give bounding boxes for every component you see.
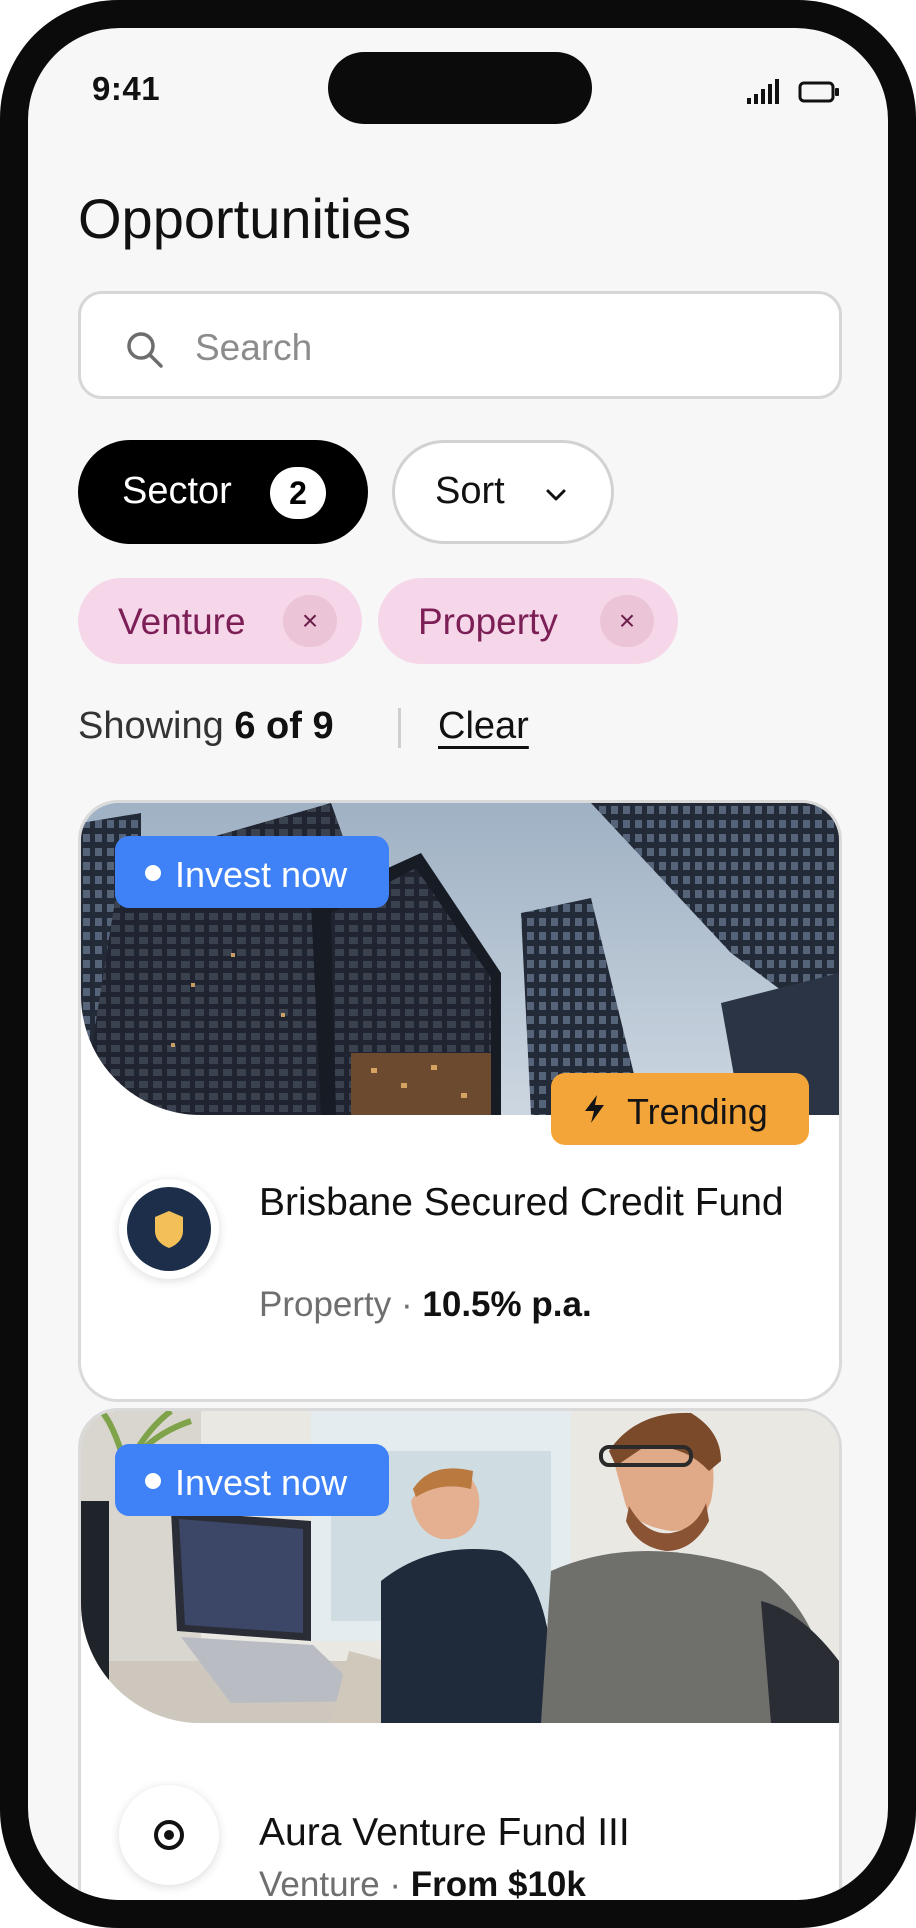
phone-screen: 9:41 Opportunities Sector	[28, 28, 888, 1900]
fund-logo	[119, 1179, 219, 1279]
card-separator: ·	[389, 1865, 402, 1900]
search-box[interactable]	[78, 291, 842, 399]
results-summary: Showing 6 of 9	[78, 705, 334, 748]
dynamic-island	[328, 52, 592, 124]
sort-button[interactable]: Sort	[392, 440, 614, 544]
invest-now-badge: Invest now	[115, 836, 389, 908]
search-icon	[127, 332, 163, 368]
results-count: 6 of 9	[234, 705, 334, 747]
filter-tag-label: Venture	[118, 601, 246, 642]
card-separator: ·	[401, 1285, 413, 1324]
opportunity-card[interactable]: Invest now Trending Brisbane Secured Cre…	[78, 800, 842, 1402]
card-detail: 10.5% p.a.	[422, 1285, 592, 1324]
opportunity-card[interactable]: Invest now Aura Venture Fund III Venture…	[78, 1408, 842, 1900]
card-sector: Property	[259, 1285, 392, 1324]
target-icon	[154, 1820, 184, 1850]
remove-property-tag-button[interactable]: ×	[600, 595, 654, 647]
phone-frame: 9:41 Opportunities Sector	[0, 0, 916, 1928]
sector-count-badge: 2	[270, 467, 326, 519]
remove-venture-tag-button[interactable]: ×	[283, 595, 337, 647]
card-sector: Venture	[259, 1865, 380, 1900]
filter-tag-venture: Venture ×	[78, 578, 362, 664]
status-time: 9:41	[92, 70, 161, 107]
trending-label: Trending	[627, 1091, 768, 1132]
sort-label: Sort	[435, 470, 505, 512]
search-input[interactable]	[195, 320, 795, 376]
results-divider	[398, 708, 401, 748]
filter-tag-label: Property	[418, 601, 558, 642]
card-subtitle: Property · 10.5% p.a.	[259, 1285, 592, 1325]
invest-now-badge: Invest now	[115, 1444, 389, 1516]
shield-icon	[155, 1211, 183, 1248]
chevron-down-icon	[546, 489, 566, 501]
battery-icon	[798, 81, 840, 103]
status-dot-icon	[145, 1473, 161, 1489]
fund-logo	[119, 1785, 219, 1885]
filter-tag-property: Property ×	[378, 578, 678, 664]
invest-now-label: Invest now	[175, 1462, 348, 1503]
invest-now-label: Invest now	[175, 854, 348, 895]
sector-filter-button[interactable]: Sector 2	[78, 440, 368, 544]
card-title: Brisbane Secured Credit Fund	[259, 1181, 784, 1224]
clear-filters-link[interactable]: Clear	[438, 705, 529, 748]
sector-filter-label: Sector	[122, 470, 232, 512]
signal-bars-icon	[747, 79, 779, 104]
card-detail: From $10k	[410, 1865, 586, 1900]
results-prefix: Showing	[78, 705, 224, 747]
card-subtitle: Venture · From $10k	[259, 1865, 586, 1900]
status-dot-icon	[145, 865, 161, 881]
lightning-icon	[585, 1095, 604, 1123]
card-title: Aura Venture Fund III	[259, 1811, 630, 1854]
page-title: Opportunities	[78, 187, 412, 250]
trending-badge: Trending	[551, 1073, 809, 1145]
status-icons	[746, 76, 856, 106]
